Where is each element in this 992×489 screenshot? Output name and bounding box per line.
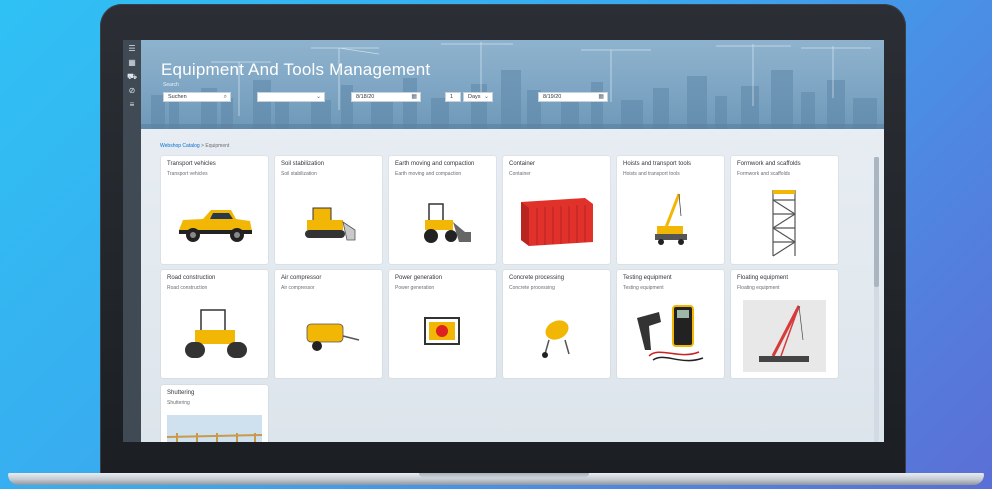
search-input[interactable]: Suchen ⌕ <box>163 92 231 102</box>
pickup-truck-icon <box>173 186 256 258</box>
tile-concrete-processing[interactable]: Concrete processing Concrete processing <box>503 270 610 378</box>
tile-title: Air compressor <box>281 275 322 281</box>
tile-power-generation[interactable]: Power generation Power generation <box>389 270 496 378</box>
generator-icon <box>401 300 484 372</box>
tile-subtitle: Concrete processing <box>509 285 555 291</box>
tile-subtitle: Earth moving and compaction <box>395 171 462 177</box>
tile-road-construction[interactable]: Road construction Road construction <box>161 270 268 378</box>
tile-container[interactable]: Container Container <box>503 156 610 264</box>
catalog-icon[interactable]: ▦ <box>126 58 138 68</box>
nav-rail: ☰ ▦ ⛟ ⊘ ≡ <box>123 40 141 442</box>
multimeter-icon <box>629 300 712 372</box>
tile-subtitle: Formwork and scaffolds <box>737 171 790 177</box>
scaffold-tower-icon <box>743 186 826 258</box>
tile-testing-equipment[interactable]: Testing equipment Testing equipment <box>617 270 724 378</box>
tile-floating-equipment[interactable]: Floating equipment Floating equipment <box>731 270 838 378</box>
tile-title: Soil stabilization <box>281 161 325 167</box>
calendar-icon[interactable]: ▦ <box>598 93 604 101</box>
to-date-value: 8/19/20 <box>543 94 562 100</box>
calendar-icon[interactable]: ▦ <box>411 93 417 101</box>
chevron-down-icon[interactable]: ⌄ <box>484 93 489 101</box>
category-select[interactable]: ⌄ <box>257 92 325 102</box>
tile-subtitle: Power generation <box>395 285 435 291</box>
to-date-picker[interactable]: 8/19/20 ▦ <box>538 92 608 102</box>
tile-air-compressor[interactable]: Air compressor Air compressor <box>275 270 382 378</box>
tile-subtitle: Hoists and transport tools <box>623 171 680 177</box>
wheel-loader-icon <box>401 186 484 258</box>
tile-title: Power generation <box>395 275 443 281</box>
laptop-notch <box>419 473 589 478</box>
page-title: Equipment And Tools Management <box>161 60 431 79</box>
tile-title: Transport vehicles <box>167 161 216 167</box>
tile-subtitle: Floating equipment <box>737 285 780 291</box>
list-icon[interactable]: ≡ <box>126 100 138 110</box>
tile-title: Shuttering <box>167 390 195 396</box>
timber-formwork-icon <box>167 415 262 442</box>
tile-title: Concrete processing <box>509 275 565 281</box>
tile-shuttering[interactable]: Shuttering Shuttering <box>161 385 268 442</box>
breadcrumb: Webshop Catalog > Equipment <box>160 143 229 149</box>
road-roller-icon <box>173 300 256 372</box>
tile-subtitle: Container <box>509 171 531 177</box>
tile-title: Formwork and scaffolds <box>737 161 801 167</box>
search-placeholder: Suchen <box>168 94 187 100</box>
tile-subtitle: Shuttering <box>167 400 190 406</box>
shipping-container-icon <box>515 186 598 258</box>
duration-unit-value: Days <box>468 94 481 100</box>
from-date-value: 8/18/20 <box>356 94 375 100</box>
app-screen: ☰ ▦ ⛟ ⊘ ≡ Equipment And Tools Management… <box>123 40 884 442</box>
tile-title: Floating equipment <box>737 275 789 281</box>
cart-icon[interactable]: ⛟ <box>126 72 138 82</box>
search-label: Search <box>163 82 179 88</box>
bulldozer-icon <box>287 186 370 258</box>
tile-title: Hoists and transport tools <box>623 161 692 167</box>
duration-value: 1 <box>450 94 454 100</box>
scrollbar-thumb[interactable] <box>874 157 879 287</box>
city-skyline-illustration <box>141 42 884 129</box>
catalog-content: Webshop Catalog > Equipment Transport ve… <box>141 129 884 442</box>
tile-soil-stabilization[interactable]: Soil stabilization Soil stabilization <box>275 156 382 264</box>
concrete-mixer-icon <box>515 300 598 372</box>
tag-icon[interactable]: ⊘ <box>126 86 138 96</box>
duration-unit-select[interactable]: Days ⌄ <box>463 92 493 102</box>
tile-title: Earth moving and compaction <box>395 161 475 167</box>
tile-subtitle: Road construction <box>167 285 208 291</box>
tile-formwork[interactable]: Formwork and scaffolds Formwork and scaf… <box>731 156 838 264</box>
menu-icon[interactable]: ☰ <box>126 44 138 54</box>
tile-title: Testing equipment <box>623 275 672 281</box>
tile-subtitle: Transport vehicles <box>167 171 208 177</box>
from-date-picker[interactable]: 8/18/20 ▦ <box>351 92 421 102</box>
search-icon[interactable]: ⌕ <box>224 93 227 101</box>
floating-crane-icon <box>743 300 826 372</box>
app-header: Equipment And Tools Management Search Su… <box>141 40 884 129</box>
vertical-scrollbar[interactable] <box>874 157 879 442</box>
duration-input[interactable]: 1 <box>445 92 461 102</box>
tile-subtitle: Soil stabilization <box>281 171 317 177</box>
breadcrumb-current: Equipment <box>205 143 230 149</box>
tile-hoists[interactable]: Hoists and transport tools Hoists and tr… <box>617 156 724 264</box>
tile-transport-vehicles[interactable]: Transport vehicles Transport vehicles <box>161 156 268 264</box>
tile-earth-moving[interactable]: Earth moving and compaction Earth moving… <box>389 156 496 264</box>
air-compressor-icon <box>287 300 370 372</box>
chevron-down-icon[interactable]: ⌄ <box>316 93 321 101</box>
breadcrumb-separator: > <box>201 143 204 149</box>
tile-title: Road construction <box>167 275 216 281</box>
tile-subtitle: Testing equipment <box>623 285 664 291</box>
tile-subtitle: Air compressor <box>281 285 315 291</box>
mobile-crane-icon <box>629 186 712 258</box>
laptop-base <box>8 473 984 485</box>
breadcrumb-link-webshop[interactable]: Webshop Catalog <box>160 143 200 149</box>
tile-title: Container <box>509 161 536 167</box>
